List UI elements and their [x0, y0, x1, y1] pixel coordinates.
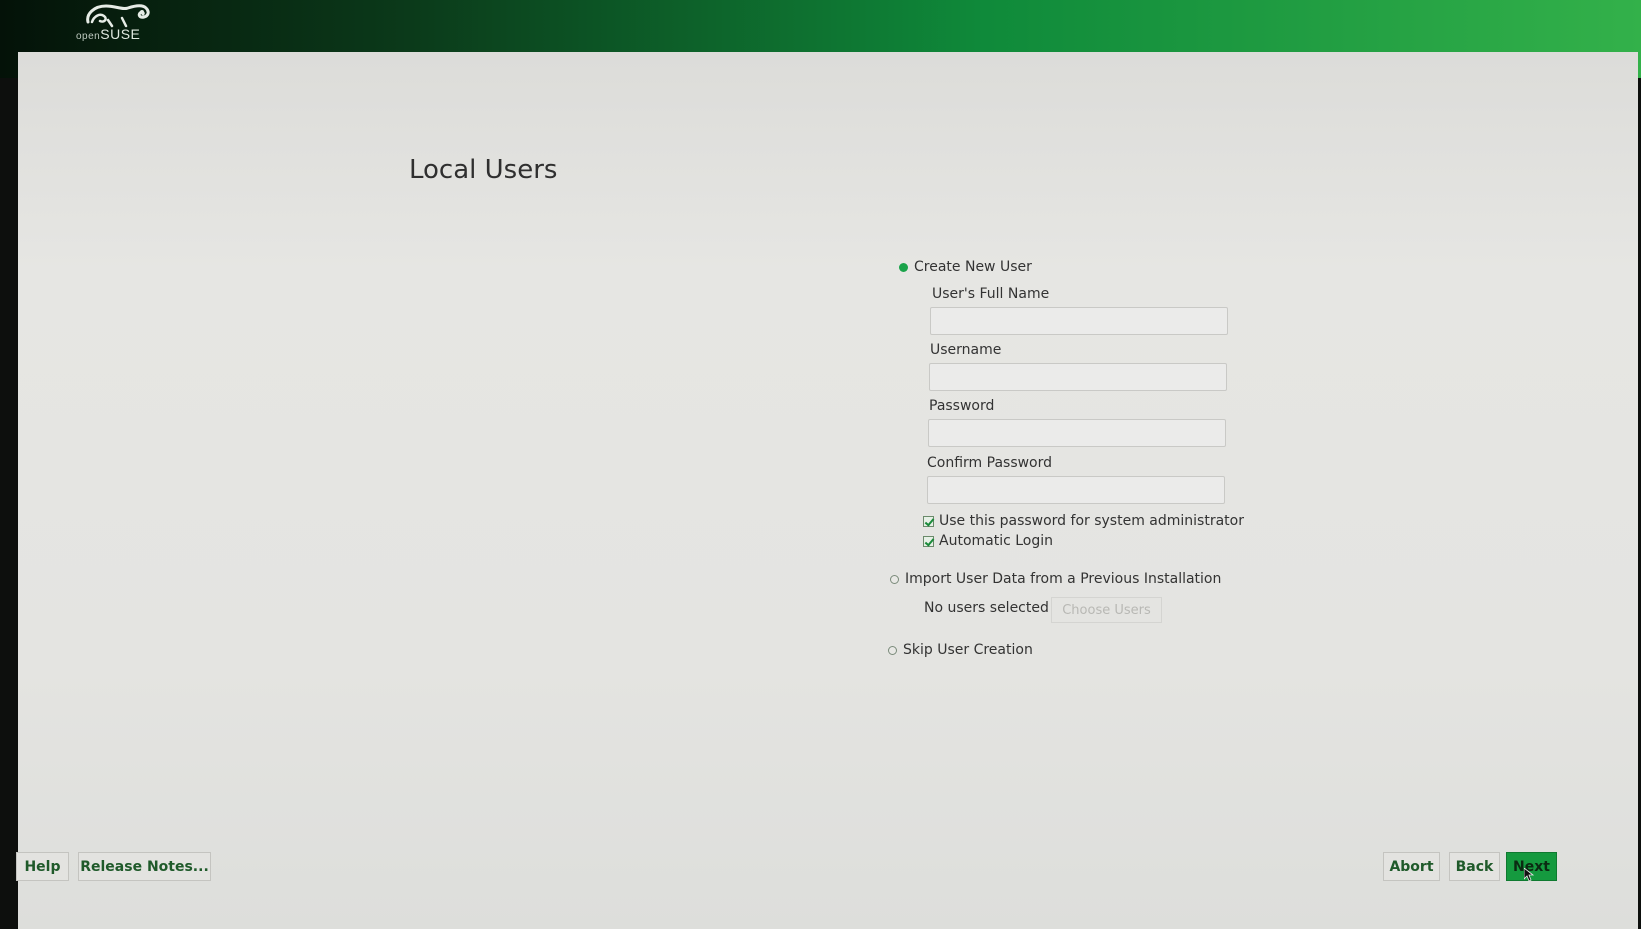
- radio-create-new-user[interactable]: Create New User: [899, 259, 1032, 275]
- page-title: Local Users: [409, 155, 558, 185]
- installer-window: openSUSE Local Users Create New User Use…: [0, 0, 1641, 929]
- use-for-admin-checkbox[interactable]: Use this password for system administrat…: [923, 513, 1244, 529]
- help-button[interactable]: Help: [16, 852, 69, 881]
- choose-users-button[interactable]: Choose Users: [1051, 597, 1162, 623]
- radio-skip-user-creation-label: Skip User Creation: [903, 642, 1033, 658]
- radio-import-users-label: Import User Data from a Previous Install…: [905, 571, 1222, 587]
- automatic-login-checkbox[interactable]: Automatic Login: [923, 533, 1053, 549]
- confirm-password-input[interactable]: [927, 476, 1225, 504]
- mouse-pointer-icon: [1524, 868, 1534, 882]
- logo-wordmark: openSUSE: [76, 26, 141, 42]
- radio-import-users[interactable]: Import User Data from a Previous Install…: [890, 571, 1221, 587]
- use-for-admin-label: Use this password for system administrat…: [939, 513, 1244, 529]
- username-label: Username: [930, 342, 1002, 358]
- full-name-label: User's Full Name: [932, 286, 1050, 302]
- radio-skip-user-creation[interactable]: Skip User Creation: [888, 642, 1033, 658]
- password-label: Password: [929, 398, 995, 414]
- content-area: [18, 52, 1638, 929]
- password-input[interactable]: [928, 419, 1226, 447]
- abort-button[interactable]: Abort: [1383, 852, 1440, 881]
- release-notes-button[interactable]: Release Notes...: [78, 852, 211, 881]
- confirm-password-label: Confirm Password: [927, 455, 1053, 471]
- radio-create-new-user-label: Create New User: [914, 259, 1032, 275]
- radio-selected-icon: [899, 262, 908, 272]
- opensuse-chameleon-icon: [86, 4, 150, 28]
- opensuse-logo: openSUSE: [76, 2, 156, 44]
- radio-unselected-icon: [888, 645, 897, 655]
- radio-unselected-icon: [890, 574, 899, 584]
- back-button[interactable]: Back: [1449, 852, 1500, 881]
- checkbox-checked-icon: [923, 535, 934, 547]
- automatic-login-label: Automatic Login: [939, 533, 1054, 549]
- no-users-selected-text: No users selected: [924, 600, 1049, 616]
- checkbox-checked-icon: [923, 515, 934, 527]
- username-input[interactable]: [929, 363, 1227, 391]
- full-name-input[interactable]: [930, 307, 1228, 335]
